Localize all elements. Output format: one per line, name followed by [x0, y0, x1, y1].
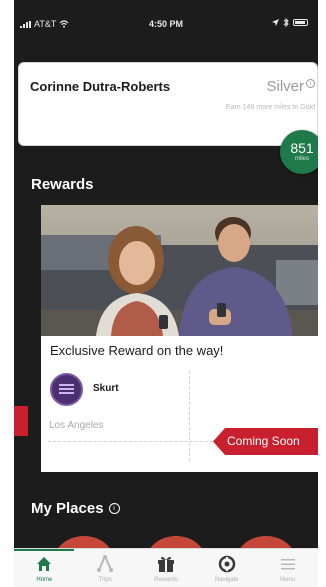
earn-progress-text: Earn 149 more miles to Gold	[225, 104, 315, 111]
member-name: Corinne Dutra-Roberts	[30, 79, 171, 94]
menu-icon	[280, 559, 295, 570]
active-tab-indicator	[14, 549, 74, 551]
divider	[48, 441, 218, 442]
trips-icon	[97, 555, 114, 572]
reward-headline: Exclusive Reward on the way!	[50, 343, 224, 358]
tab-home[interactable]: Home	[14, 549, 75, 587]
tier-status[interactable]: Silver i	[266, 78, 315, 95]
battery-icon	[293, 19, 308, 26]
coming-soon-badge: Coming Soon	[213, 428, 318, 455]
status-icons	[272, 18, 308, 27]
divider	[189, 371, 190, 461]
miles-value: 851	[290, 140, 314, 156]
miles-unit: miles	[294, 156, 309, 162]
info-icon[interactable]: i	[306, 79, 315, 88]
partner-logo	[50, 373, 83, 406]
tab-bar: Home Trips Rewards Navigate Menu	[14, 548, 318, 587]
rewards-icon	[157, 556, 174, 572]
tab-label: Rewards	[154, 577, 178, 583]
my-places-heading: My Places i	[31, 500, 120, 517]
tab-label: Home	[36, 577, 53, 583]
member-card[interactable]: Corinne Dutra-Roberts Silver i Earn 149 …	[18, 62, 318, 146]
reward-photo-image	[41, 205, 318, 336]
tab-label: Trips	[98, 577, 112, 583]
side-card-peek[interactable]	[14, 406, 28, 436]
info-icon[interactable]: i	[108, 503, 120, 514]
bluetooth-icon	[283, 18, 289, 27]
reward-card[interactable]: Exclusive Reward on the way! Skurt Los A…	[41, 205, 318, 472]
miles-badge[interactable]: 851 miles	[280, 130, 318, 174]
tab-trips[interactable]: Trips	[75, 549, 136, 587]
navigate-icon	[218, 555, 236, 573]
location-arrow-icon	[272, 19, 279, 26]
tab-menu[interactable]: Menu	[257, 549, 318, 587]
status-bar: AT&T 4:50 PM	[14, 0, 318, 44]
tab-rewards[interactable]: Rewards	[136, 549, 197, 587]
rewards-heading: Rewards	[31, 176, 94, 193]
tab-navigate[interactable]: Navigate	[196, 549, 257, 587]
reward-photo	[41, 205, 318, 336]
reward-location: Los Angeles	[49, 420, 104, 431]
app-screen: AT&T 4:50 PM Corinne Dutra-Roberts Silve…	[14, 0, 318, 587]
tab-label: Menu	[280, 577, 296, 583]
home-icon	[37, 557, 52, 571]
tier-label: Silver	[266, 78, 304, 95]
tab-label: Navigate	[214, 577, 239, 583]
phone-frame: AT&T 4:50 PM Corinne Dutra-Roberts Silve…	[0, 0, 326, 587]
my-places-label: My Places	[31, 500, 104, 517]
partner-name: Skurt	[93, 383, 119, 394]
